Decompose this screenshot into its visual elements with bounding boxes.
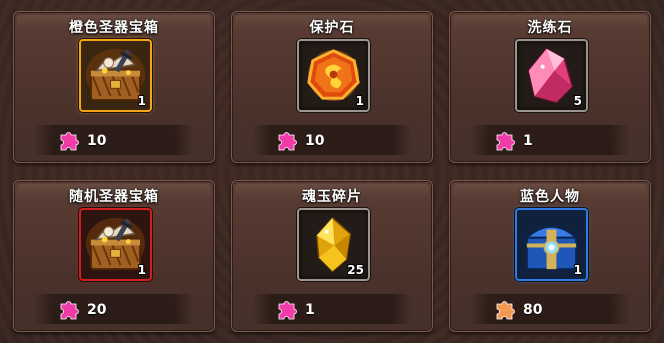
item-slot[interactable]: 1 [79,208,152,281]
puzzle-piece-icon [59,130,81,152]
cost-value: 10 [305,133,325,149]
cost-value: 80 [523,302,543,318]
cost-value: 10 [87,133,107,149]
cost-value: 1 [305,302,315,318]
item-title: 保护石 [309,20,355,36]
shop-item-card[interactable]: 随机圣器宝箱 1 20 [13,180,215,332]
shop-item-card[interactable]: 蓝色人物 1 80 [449,180,651,332]
cost-bar [34,294,194,324]
cost-bar [252,125,412,155]
item-count: 1 [137,94,146,108]
item-title: 洗练石 [527,20,573,36]
item-count: 1 [573,263,582,277]
item-title: 魂玉碎片 [302,189,362,205]
item-slot[interactable]: 5 [515,39,588,112]
shop-item-card[interactable]: 保护石 1 10 [231,11,433,163]
puzzle-piece-icon [277,299,299,321]
shop-item-card[interactable]: 橙色圣器宝箱 1 10 [13,11,215,163]
puzzle-piece-icon [495,130,517,152]
item-count: 1 [355,94,364,108]
cost-value: 20 [87,302,107,318]
cost-bar [252,294,412,324]
cost-bar [34,125,194,155]
item-slot[interactable]: 1 [515,208,588,281]
cost-value: 1 [523,133,533,149]
item-count: 25 [347,263,364,277]
item-title: 蓝色人物 [520,189,580,205]
item-count: 5 [573,94,582,108]
item-slot[interactable]: 1 [297,39,370,112]
exchange-shop: 橙色圣器宝箱 1 10 保护石 1 10 洗练石 5 1 随机圣器宝箱 1 20 魂玉碎片 25 1 蓝色人物… [0,0,664,343]
shop-item-card[interactable]: 洗练石 5 1 [449,11,651,163]
item-slot[interactable]: 25 [297,208,370,281]
cost-bar [470,294,630,324]
item-title: 橙色圣器宝箱 [69,20,159,36]
cost-bar [470,125,630,155]
item-title: 随机圣器宝箱 [69,189,159,205]
orange-puzzle-icon [495,299,517,321]
shop-item-card[interactable]: 魂玉碎片 25 1 [231,180,433,332]
puzzle-piece-icon [277,130,299,152]
puzzle-piece-icon [59,299,81,321]
item-count: 1 [137,263,146,277]
item-slot[interactable]: 1 [79,39,152,112]
